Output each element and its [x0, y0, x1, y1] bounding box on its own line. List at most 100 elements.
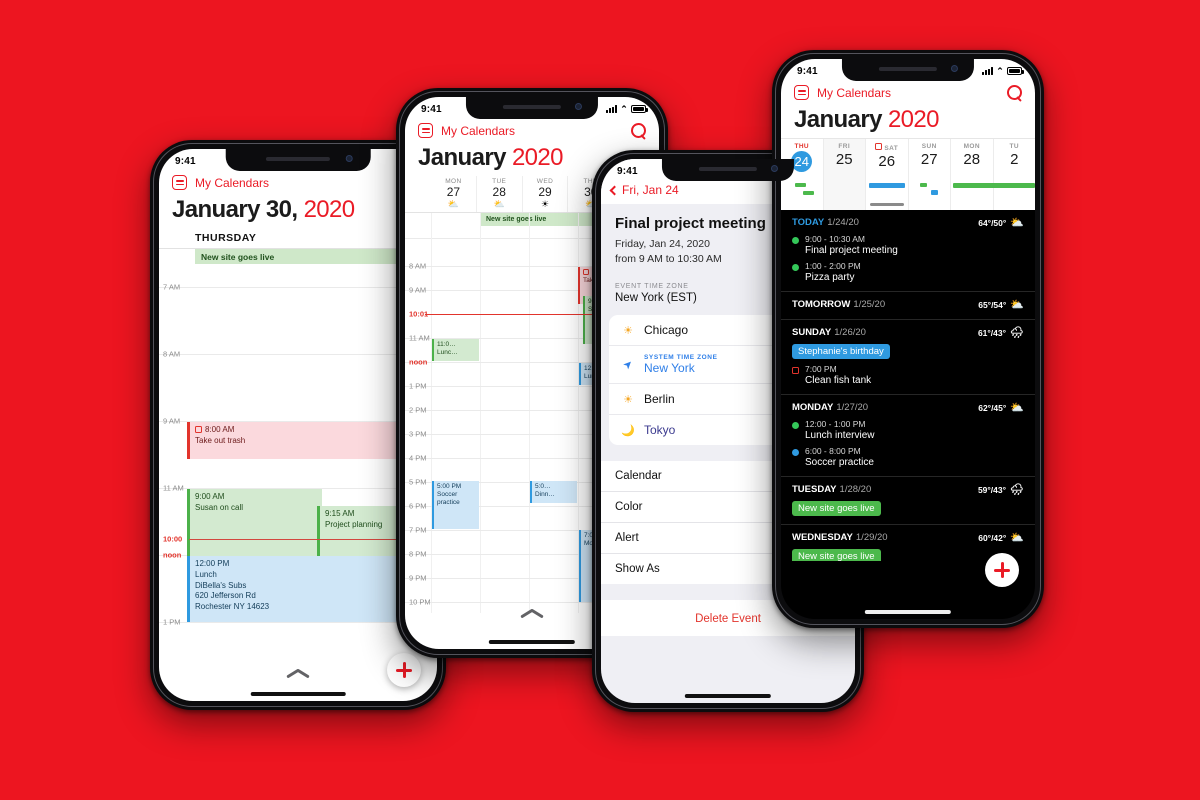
phone4-screen: 9:41 ⌃ My Calendars January 2020 THU 24 …: [781, 59, 1035, 619]
hour-label: 11 AM: [163, 483, 184, 493]
week-day-sat-26[interactable]: SAT 26: [865, 139, 908, 210]
event-dots: [781, 183, 823, 201]
hour-label: 2 PM: [409, 405, 427, 415]
calendar-menu-icon[interactable]: [172, 175, 187, 190]
home-indicator[interactable]: [488, 640, 576, 644]
checkbox-icon[interactable]: [792, 367, 799, 374]
home-indicator[interactable]: [864, 610, 952, 614]
agenda-day-today: TODAY 1/24/20 64°/50° ⛅ 9:00 - 10:30 AM F…: [781, 210, 1035, 292]
home-indicator[interactable]: [684, 694, 772, 698]
dow-label: TU: [1009, 143, 1019, 150]
menu-group[interactable]: My Calendars: [418, 123, 515, 138]
status-bar: 9:41 ⌃: [405, 97, 659, 119]
week-day-header[interactable]: MON 27 ⛅: [431, 176, 476, 212]
hi-lo-temp: 64°/50°: [978, 217, 1007, 228]
menu-group[interactable]: My Calendars: [794, 85, 891, 100]
day-date: 1/29/20: [855, 532, 888, 543]
checkbox-icon[interactable]: [195, 426, 202, 433]
agenda-event[interactable]: 9:00 - 10:30 AM Final project meeting: [792, 234, 1024, 256]
event-title: Lunc…: [437, 349, 458, 357]
search-icon[interactable]: [631, 123, 646, 138]
day-date: 1/25/20: [853, 299, 886, 310]
event-susan-on-call[interactable]: 9:00 AM Susan on call: [187, 489, 322, 556]
event-time: 5:0…: [535, 483, 551, 490]
hour-label: 6 PM: [409, 501, 427, 511]
week-day-mon-28[interactable]: MON 28: [950, 139, 995, 210]
agenda-day-header: WEDNESDAY 1/29/20 60°/42° ⛅: [792, 531, 1024, 544]
hi-lo-temp: 65°/54°: [978, 299, 1007, 310]
event-time: 12:00 - 1:00 PM: [805, 419, 866, 429]
home-indicator[interactable]: [250, 692, 346, 696]
agenda-list[interactable]: TODAY 1/24/20 64°/50° ⛅ 9:00 - 10:30 AM F…: [781, 210, 1035, 561]
collapse-chevron-icon[interactable]: [520, 607, 544, 619]
hour-label: 11 AM: [409, 333, 430, 343]
agenda-event[interactable]: 1:00 - 2:00 PM Pizza party: [792, 261, 1024, 283]
hour-label: 8 AM: [163, 349, 181, 359]
all-day-pill[interactable]: New site goes live: [792, 549, 881, 561]
hi-lo-temp: 59°/43°: [977, 484, 1007, 495]
collapse-chevron-icon[interactable]: [286, 667, 310, 679]
day-label: TUESDAY 1/28/20: [792, 484, 872, 495]
chevron-left-icon[interactable]: [609, 185, 620, 195]
agenda-event[interactable]: 6:00 - 8:00 PM Soccer practice: [792, 446, 1024, 468]
all-day-pill[interactable]: Stephanie's birthday: [792, 344, 890, 359]
agenda-day-tuesday: TUESDAY 1/28/20 59°/43° 🌧 New site goes l…: [781, 477, 1035, 525]
dow-label: THU: [794, 143, 810, 150]
current-time-label: 10:01: [409, 309, 429, 319]
my-calendars-label[interactable]: My Calendars: [441, 124, 515, 138]
event-time: 1:00 - 2:00 PM: [805, 261, 861, 271]
day-number: 2: [1010, 151, 1019, 168]
event-time: 7:00 PM: [805, 364, 837, 374]
week-day-tue-29[interactable]: TU 2: [991, 139, 1035, 210]
delete-event-button[interactable]: Delete Event: [695, 613, 761, 625]
back-label[interactable]: Fri, Jan 24: [622, 183, 679, 197]
my-calendars-label[interactable]: My Calendars: [195, 176, 269, 190]
week-day-header[interactable]: WED 29 ☀: [521, 176, 568, 212]
event-soccer-practice[interactable]: 5:00 PM Soccer practice: [432, 481, 479, 529]
event-dots: [866, 183, 908, 201]
event-dot-icon: [792, 449, 799, 456]
event-dots: [951, 183, 995, 201]
week-scrollbar[interactable]: [869, 203, 904, 206]
menu-group[interactable]: My Calendars: [172, 175, 269, 190]
agenda-event[interactable]: 12:00 - 1:00 PM Lunch interview: [792, 419, 1024, 441]
day-number: 28: [963, 151, 981, 168]
battery-icon: [1007, 67, 1024, 75]
status-icons: ⌃: [982, 66, 1024, 77]
hour-label: 8 AM: [409, 261, 427, 271]
event-lunch-green[interactable]: 11:0… Lunc…: [432, 339, 479, 361]
weather-icon: ⛅: [1010, 402, 1024, 414]
add-event-button[interactable]: [985, 553, 1019, 587]
search-icon[interactable]: [1007, 85, 1022, 100]
dow-label: SAT: [866, 143, 908, 152]
checkbox-icon[interactable]: [583, 269, 589, 275]
hi-lo-temp: 60°/42°: [978, 532, 1007, 543]
add-event-button[interactable]: [387, 653, 421, 687]
battery-icon: [631, 105, 648, 113]
hour-label: 5 PM: [409, 477, 427, 487]
day-label: WEDNESDAY 1/29/20: [792, 532, 888, 543]
status-bar: 9:41 ⌃: [781, 59, 1035, 81]
day-number: 29: [538, 185, 552, 199]
hour-label: 9 PM: [409, 573, 427, 583]
calendar-menu-icon[interactable]: [418, 123, 433, 138]
agenda-event[interactable]: 7:00 PM Clean fish tank: [792, 364, 1024, 386]
hi-lo-temp: 62°/45°: [978, 402, 1007, 413]
all-day-pill[interactable]: New site goes live: [792, 501, 881, 516]
week-day-header[interactable]: TUE 28 ⛅: [475, 176, 522, 212]
event-dots: [909, 183, 951, 201]
week-day-sun-27[interactable]: SUN 27: [907, 139, 951, 210]
status-time: 9:41: [797, 65, 818, 77]
weather-icon: 🌧: [1010, 484, 1024, 496]
title-year: 2020: [511, 144, 564, 171]
hour-label: 4 PM: [409, 453, 427, 463]
event-time: 8:00 AM: [205, 425, 235, 434]
status-icons: ⌃: [606, 104, 648, 115]
title-year: 2020: [303, 196, 356, 223]
event-dinner[interactable]: 5:0… Dinn…: [530, 481, 577, 503]
calendar-menu-icon[interactable]: [794, 85, 809, 100]
my-calendars-label[interactable]: My Calendars: [817, 86, 891, 100]
hour-label: 9 AM: [409, 285, 427, 295]
day-label: SUNDAY 1/26/20: [792, 327, 866, 338]
location-arrow-icon: ➤: [620, 357, 636, 373]
